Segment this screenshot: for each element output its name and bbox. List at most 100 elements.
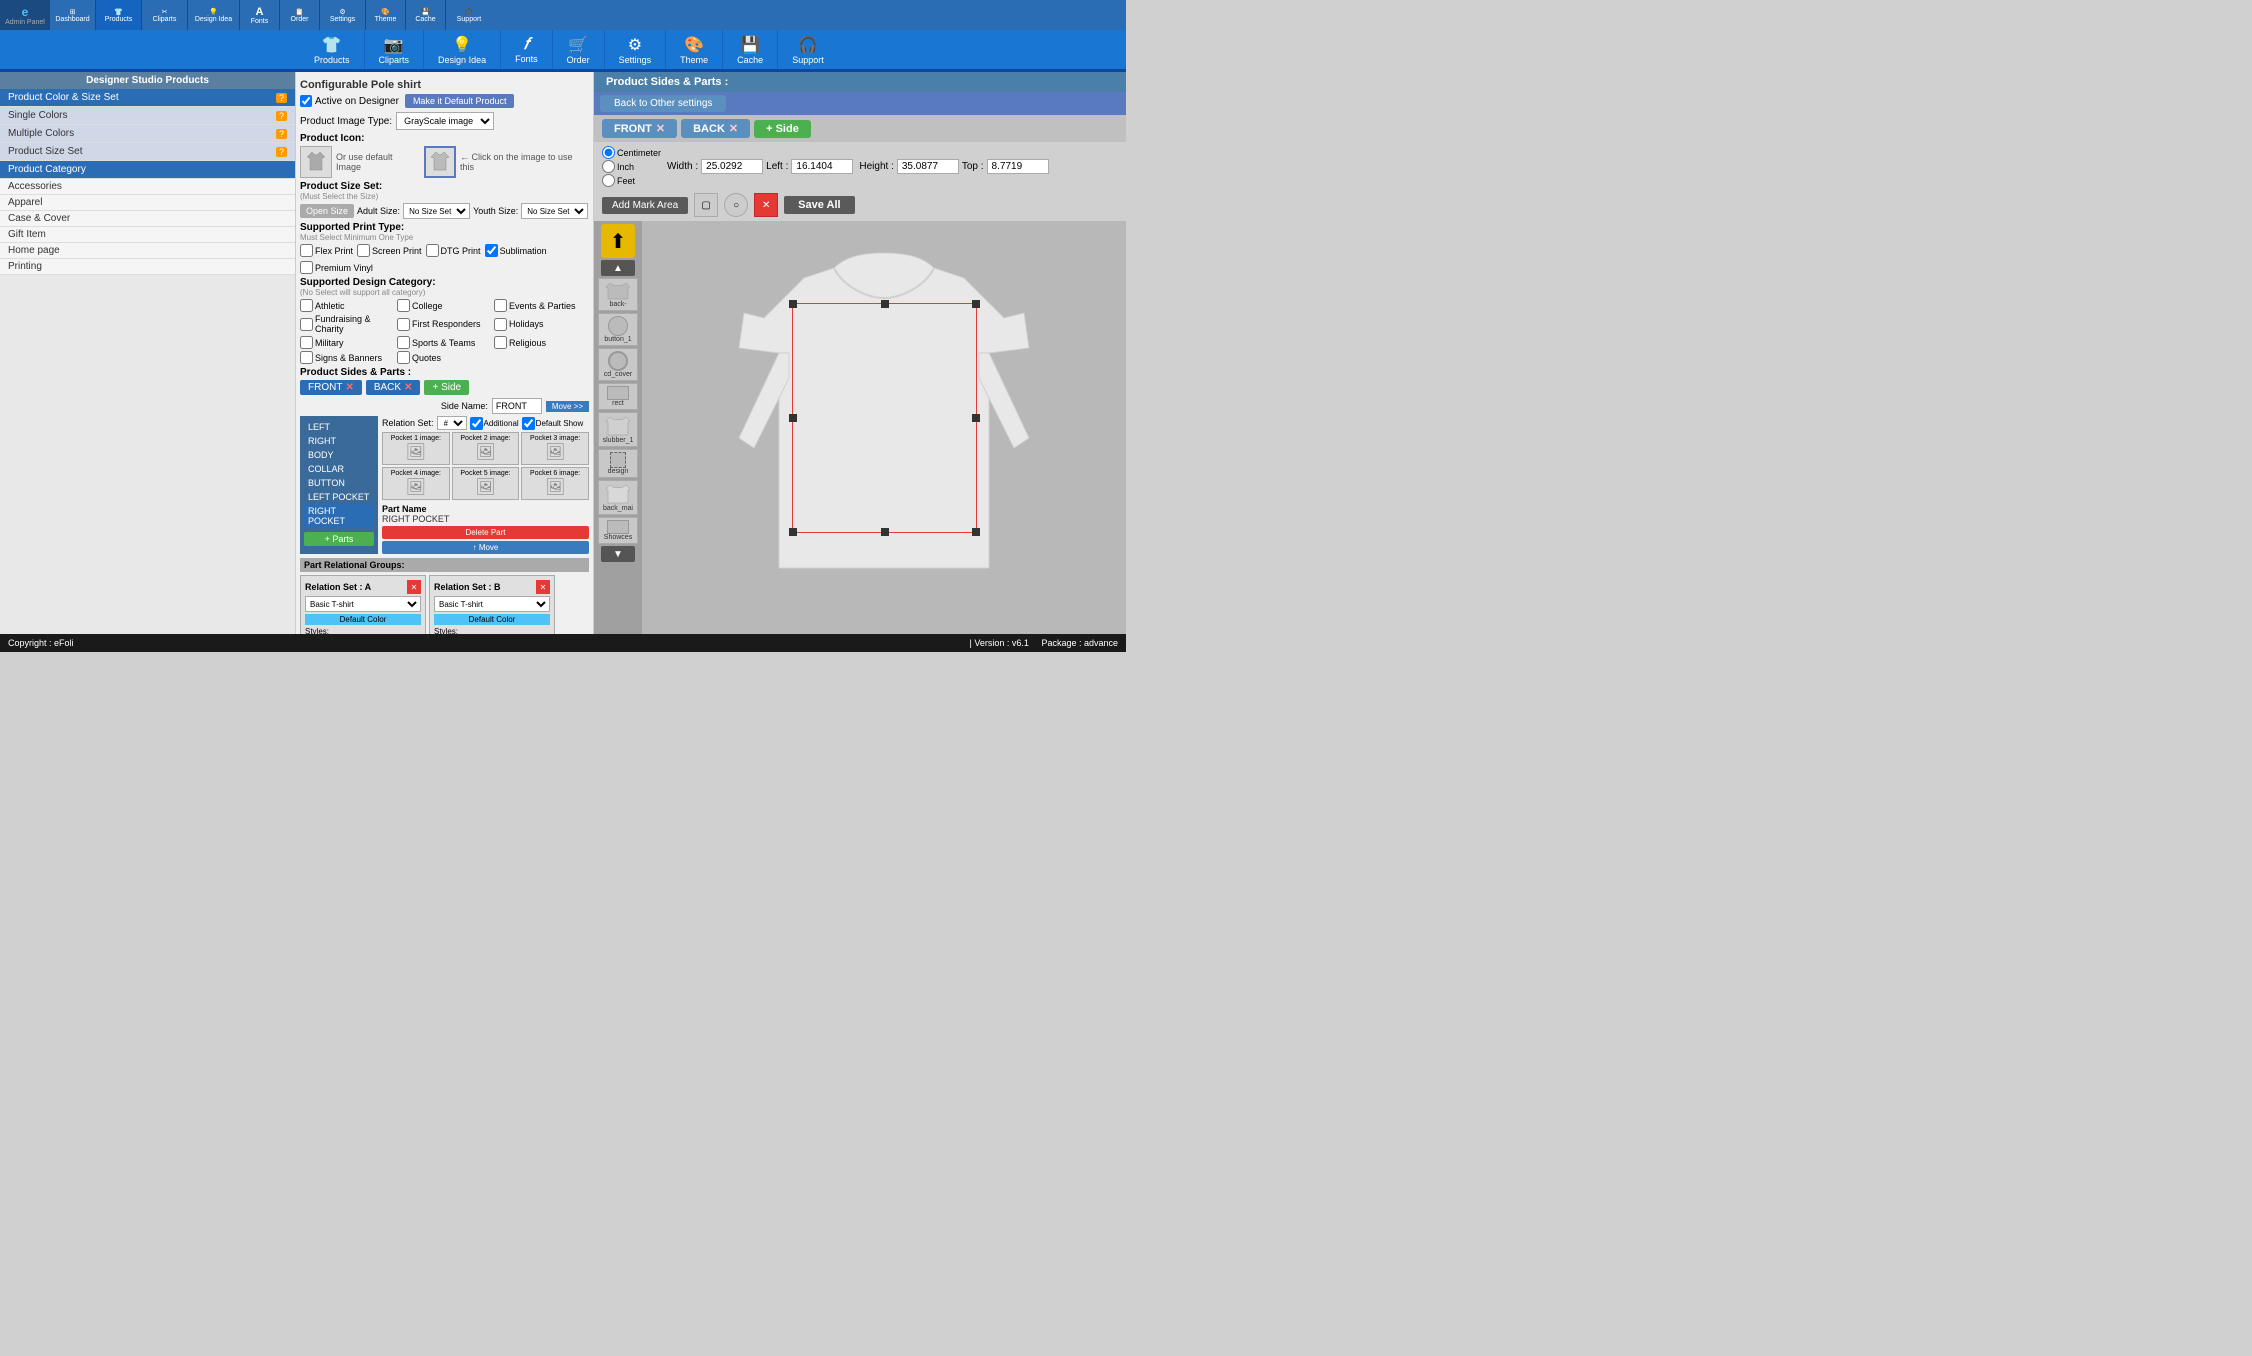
events-option[interactable]: Events & Parties: [494, 299, 589, 312]
sidebar-item-product-category[interactable]: Product Category: [0, 161, 295, 179]
thumb-slubber[interactable]: slubber_1: [598, 412, 638, 447]
relation-b-select[interactable]: Basic T-shirt: [434, 596, 550, 612]
open-size-button[interactable]: Open Size: [300, 204, 354, 218]
nav-item-fonts[interactable]: A Fonts: [240, 0, 280, 30]
nav-item-products[interactable]: 👕 Products: [96, 0, 142, 30]
thumb-back[interactable]: back-: [598, 278, 638, 311]
rtnav-settings[interactable]: ⚙ Settings: [605, 30, 667, 69]
canvas-back-x-icon[interactable]: ✕: [729, 122, 738, 135]
nav-item-settings[interactable]: ⚙ Settings: [320, 0, 366, 30]
side-name-input[interactable]: [492, 398, 542, 414]
military-option[interactable]: Military: [300, 336, 395, 349]
canvas-tab-front[interactable]: FRONT ✕: [602, 119, 677, 138]
move-button[interactable]: Move >>: [546, 401, 589, 412]
part-item-button[interactable]: BUTTON: [304, 476, 374, 490]
nav-item-dashboard[interactable]: ⊞ Dashboard: [50, 0, 96, 30]
active-on-designer-checkbox[interactable]: [300, 95, 312, 107]
back-to-settings-button[interactable]: Back to Other settings: [600, 95, 726, 112]
top-input[interactable]: [987, 159, 1049, 174]
menu-gift-item[interactable]: Gift Item: [0, 227, 295, 243]
handle-mr[interactable]: [972, 414, 980, 422]
front-tab-inner[interactable]: FRONT ✕: [300, 380, 362, 395]
nav-item-cliparts[interactable]: ✂ Cliparts: [142, 0, 188, 30]
college-option[interactable]: College: [397, 299, 492, 312]
youth-size-select[interactable]: No Size Set: [521, 203, 588, 219]
relation-b-close[interactable]: ✕: [536, 580, 550, 594]
handle-bl[interactable]: [789, 528, 797, 536]
premium-vinyl-option[interactable]: Premium Vinyl: [300, 261, 373, 274]
quotes-option[interactable]: Quotes: [397, 351, 492, 364]
handle-bc[interactable]: [881, 528, 889, 536]
part-item-right-pocket[interactable]: RIGHT POCKET: [304, 504, 374, 528]
handle-tl[interactable]: [789, 300, 797, 308]
rtnav-cliparts[interactable]: 📷 Cliparts: [365, 30, 425, 69]
thumb-showcase[interactable]: Showces: [598, 517, 638, 544]
design-selection-box[interactable]: [792, 303, 977, 533]
height-input[interactable]: [897, 159, 959, 174]
left-input[interactable]: [791, 159, 853, 174]
nav-item-order[interactable]: 📋 Order: [280, 0, 320, 30]
rtnav-support[interactable]: 🎧 Support: [778, 30, 838, 69]
first-responders-option[interactable]: First Responders: [397, 314, 492, 334]
width-input[interactable]: [701, 159, 763, 174]
sublimation-option[interactable]: Sublimation: [485, 244, 547, 257]
make-default-button[interactable]: Make it Default Product: [405, 94, 515, 108]
canvas-tab-add[interactable]: + Side: [754, 120, 811, 138]
thumb-button[interactable]: button_1: [598, 313, 638, 346]
handle-ml[interactable]: [789, 414, 797, 422]
back-x-icon[interactable]: ✕: [404, 382, 412, 393]
relation-set-select[interactable]: #ABCD: [437, 416, 467, 430]
holidays-option[interactable]: Holidays: [494, 314, 589, 334]
menu-apparel[interactable]: Apparel: [0, 195, 295, 211]
sidebar-item-single-colors[interactable]: Single Colors ?: [0, 107, 295, 125]
move-up-button[interactable]: ↑ Move: [382, 541, 589, 554]
rtnav-theme[interactable]: 🎨 Theme: [666, 30, 723, 69]
additional-checkbox[interactable]: Additional: [470, 417, 519, 430]
nav-item-support[interactable]: 🎧 Support: [446, 0, 492, 30]
save-all-button[interactable]: Save All: [784, 196, 854, 214]
icon-btn-circle[interactable]: ○: [724, 193, 748, 217]
sports-teams-option[interactable]: Sports & Teams: [397, 336, 492, 349]
signs-option[interactable]: Signs & Banners: [300, 351, 395, 364]
part-item-left[interactable]: LEFT: [304, 420, 374, 434]
default-shirt-icon[interactable]: [424, 146, 456, 178]
sidebar-item-size-set[interactable]: Product Size Set ?: [0, 143, 295, 161]
rtnav-fonts[interactable]: 𝑓 Fonts: [501, 30, 553, 69]
thumb-cd-cover[interactable]: cd_cover: [598, 348, 638, 381]
rtnav-order[interactable]: 🛒 Order: [553, 30, 605, 69]
arrow-down-button[interactable]: ▼: [601, 546, 635, 562]
front-x-icon[interactable]: ✕: [345, 382, 353, 393]
back-tab-inner[interactable]: BACK ✕: [366, 380, 421, 395]
default-show-checkbox[interactable]: Default Show: [522, 417, 584, 430]
menu-printing[interactable]: Printing: [0, 259, 295, 275]
menu-home-page[interactable]: Home page: [0, 243, 295, 259]
nav-item-design-idea[interactable]: 💡 Design Idea: [188, 0, 240, 30]
image-type-select[interactable]: GrayScale image: [396, 112, 494, 130]
thumb-rect[interactable]: rect: [598, 383, 638, 410]
sidebar-item-multiple-colors[interactable]: Multiple Colors ?: [0, 125, 295, 143]
rtnav-cache[interactable]: 💾 Cache: [723, 30, 778, 69]
handle-tr[interactable]: [972, 300, 980, 308]
delete-part-button[interactable]: Delete Part: [382, 526, 589, 539]
rtnav-products[interactable]: 👕 Products: [300, 30, 365, 69]
handle-br[interactable]: [972, 528, 980, 536]
part-item-body[interactable]: BODY: [304, 448, 374, 462]
thumb-back-main[interactable]: back_mai: [598, 480, 638, 515]
menu-accessories[interactable]: Accessories: [0, 179, 295, 195]
athletic-option[interactable]: Athletic: [300, 299, 395, 312]
relation-a-select[interactable]: Basic T-shirt: [305, 596, 421, 612]
relation-a-close[interactable]: ✕: [407, 580, 421, 594]
canvas-tab-back[interactable]: BACK ✕: [681, 119, 750, 138]
icon-btn-delete[interactable]: ✕: [754, 193, 778, 217]
icon-btn-square1[interactable]: ▢: [694, 193, 718, 217]
add-mark-area-button[interactable]: Add Mark Area: [602, 197, 688, 214]
flex-print-option[interactable]: Flex Print: [300, 244, 353, 257]
rtnav-design-idea[interactable]: 💡 Design Idea: [424, 30, 501, 69]
canvas-front-x-icon[interactable]: ✕: [656, 122, 665, 135]
screen-print-option[interactable]: Screen Print: [357, 244, 422, 257]
part-item-right[interactable]: RIGHT: [304, 434, 374, 448]
part-item-left-pocket[interactable]: LEFT POCKET: [304, 490, 374, 504]
fundraising-option[interactable]: Fundraising & Charity: [300, 314, 395, 334]
feet-radio[interactable]: Feet: [602, 174, 661, 187]
add-side-tab-inner[interactable]: + Side: [424, 380, 469, 395]
